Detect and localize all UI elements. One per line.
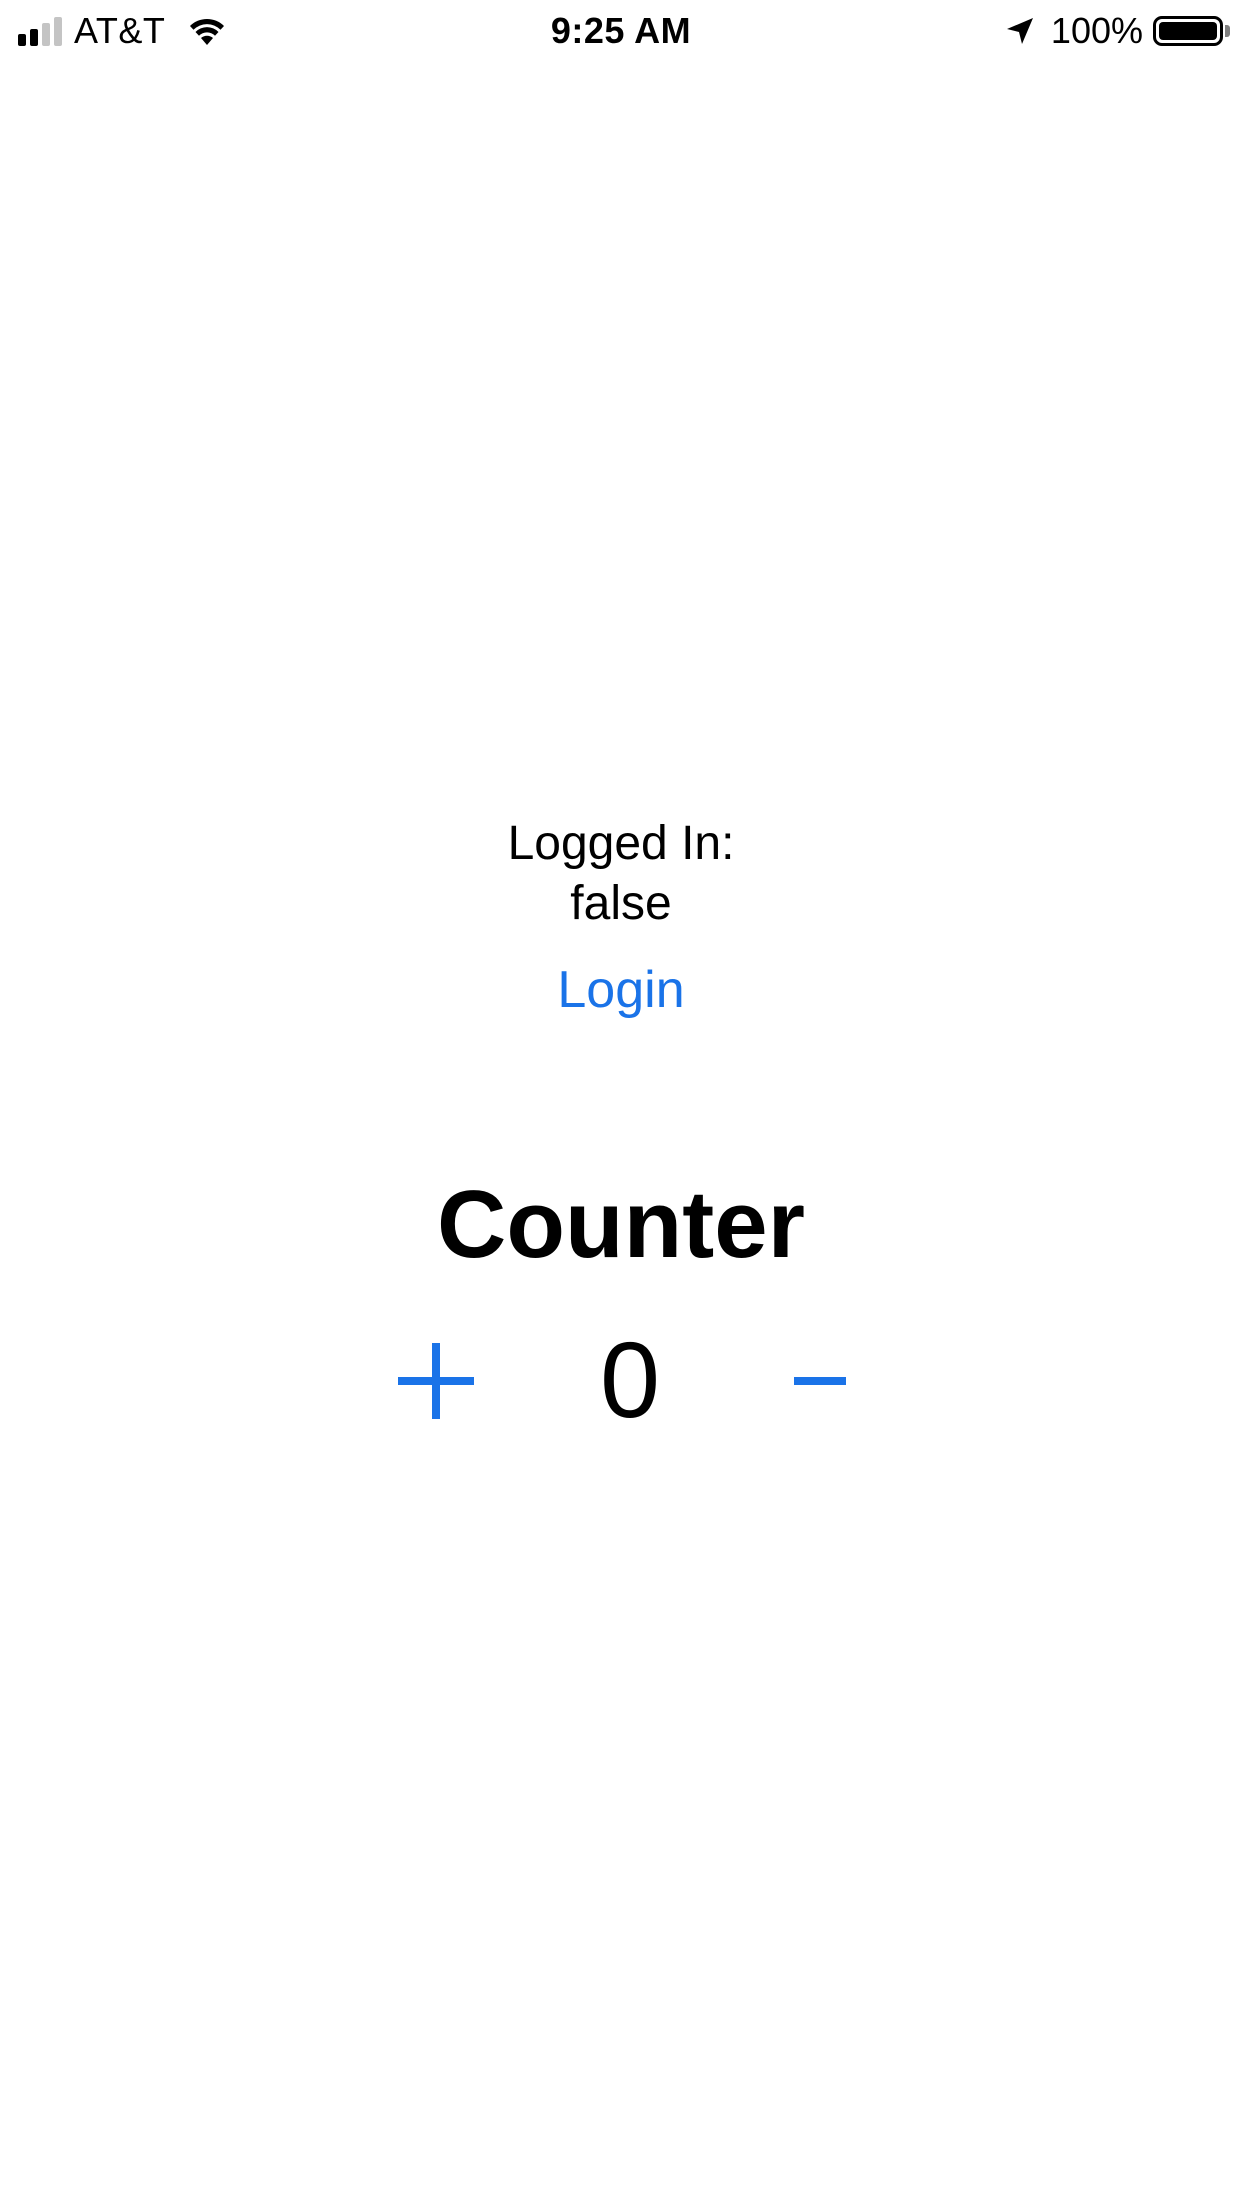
counter-value: 0: [599, 1319, 661, 1440]
logged-in-label: Logged In:: [507, 817, 735, 870]
login-button[interactable]: Login: [521, 958, 721, 1022]
decrement-button[interactable]: [790, 1333, 850, 1429]
counter-title: Counter: [437, 1171, 805, 1278]
increment-button[interactable]: [388, 1333, 484, 1429]
logged-in-value: false: [570, 877, 672, 930]
counter-row: 0: [0, 1315, 1242, 1445]
minus-icon: [794, 1377, 846, 1385]
main-content: Logged In: false Login Counter 0: [0, 0, 1242, 2208]
plus-icon: [398, 1343, 474, 1419]
